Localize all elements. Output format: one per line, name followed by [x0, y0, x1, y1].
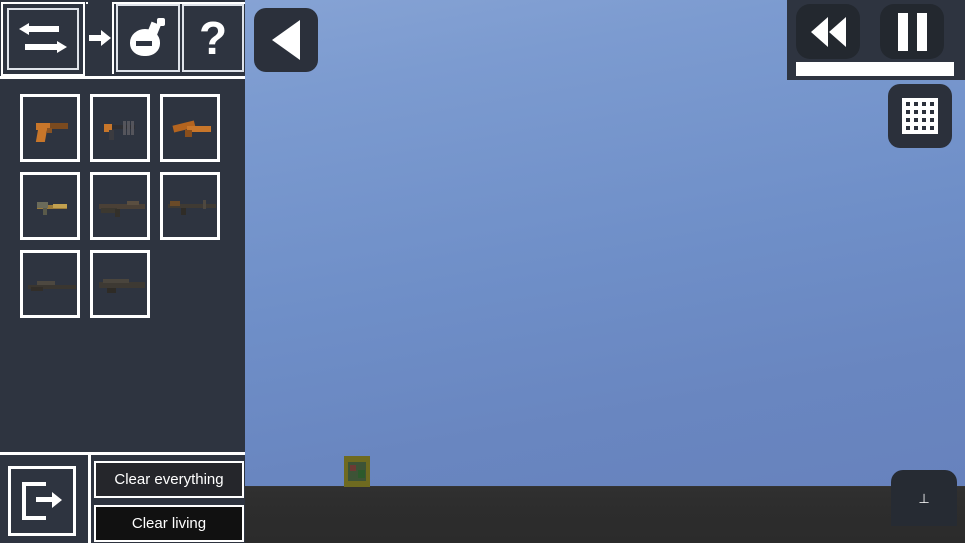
swap-arrows-icon: [19, 22, 67, 56]
swap-arrow-right-shaft: [25, 44, 59, 50]
sawed-off-sprite: [163, 97, 217, 159]
pistol-sprite: [23, 97, 77, 159]
grid-toggle-button[interactable]: [888, 84, 952, 148]
pause-icon-right: [916, 12, 927, 51]
weapon-slot-carbine[interactable]: [20, 172, 80, 240]
crate-detail-green: [358, 470, 365, 478]
toolbar-divider: [0, 76, 245, 79]
triangle-left-icon: [272, 20, 300, 60]
weapon-row: [20, 172, 220, 240]
grenade-icon: [127, 17, 169, 59]
help-button[interactable]: ?: [182, 4, 244, 72]
weapon-slot-machine-gun[interactable]: [90, 250, 150, 318]
weapon-slot-sawed-off[interactable]: [160, 94, 220, 162]
carbine-sprite: [23, 175, 77, 237]
game-screen: ⊥ ? Clear everything Clear living: [0, 0, 965, 543]
swap-button[interactable]: [7, 8, 79, 70]
back-button[interactable]: [254, 8, 318, 72]
next-button[interactable]: [88, 2, 114, 74]
assault-rifle-sprite: [93, 175, 147, 237]
machine-gun-sprite: [93, 253, 147, 315]
grid-icon: [902, 98, 938, 134]
pause-button[interactable]: [880, 4, 944, 59]
question-mark-icon: ?: [198, 12, 228, 64]
timeline-slider[interactable]: [796, 62, 954, 76]
swap-arrow-right-head: [57, 41, 67, 53]
weapon-row: [20, 94, 220, 162]
clear-living-label: Clear living: [131, 515, 207, 532]
weapon-slot-smg[interactable]: [90, 94, 150, 162]
weapon-row: [20, 250, 220, 318]
crate-detail-red: [350, 465, 356, 471]
weapon-grid: [20, 94, 220, 328]
swap-arrow-left-head: [19, 23, 29, 35]
exit-button[interactable]: [8, 466, 76, 536]
pause-icon-left: [897, 12, 908, 51]
arrow-head: [101, 30, 111, 46]
weapon-slot-sniper[interactable]: [20, 250, 80, 318]
clear-everything-label: Clear everything: [114, 471, 224, 488]
grenade-pin: [157, 18, 165, 26]
weapon-slot-battle-rifle[interactable]: [160, 172, 220, 240]
battle-rifle-sprite: [163, 175, 217, 237]
smg-sprite: [93, 97, 147, 159]
sniper-sprite: [23, 253, 77, 315]
arrow-right-icon: [89, 29, 111, 47]
weapon-slot-pistol[interactable]: [20, 94, 80, 162]
playback-controls: [787, 0, 965, 80]
left-sidebar: ? Clear everything Clear living: [0, 0, 245, 543]
grenade-button[interactable]: [116, 4, 180, 72]
rewind-button[interactable]: [796, 4, 860, 59]
rewind-icon: [810, 16, 828, 47]
exit-door-icon: [22, 482, 62, 520]
rewind-icon-second: [828, 16, 846, 47]
clear-everything-button[interactable]: Clear everything: [94, 461, 244, 498]
collapse-icon: ⊥: [918, 490, 930, 506]
collapse-panel-button[interactable]: ⊥: [891, 470, 957, 526]
weapon-slot-assault-rifle[interactable]: [90, 172, 150, 240]
sidebar-toolbar: ?: [0, 0, 245, 79]
clear-actions-panel: Clear everything Clear living: [88, 452, 245, 543]
crate-entity[interactable]: [341, 456, 373, 487]
swap-arrow-left-shaft: [25, 26, 59, 32]
clear-living-button[interactable]: Clear living: [94, 505, 244, 542]
grenade-notch: [136, 41, 152, 46]
exit-arrow-head: [52, 492, 62, 508]
